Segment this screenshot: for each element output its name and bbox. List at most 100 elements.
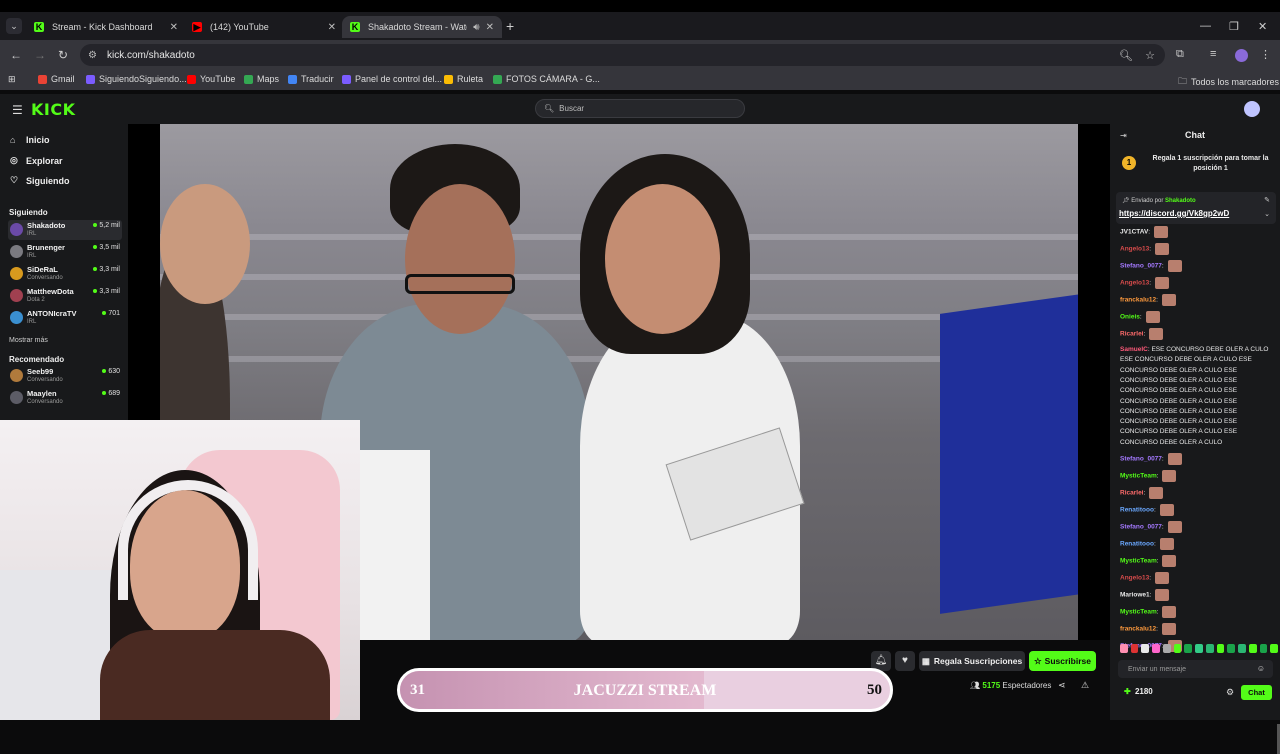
unpin-icon[interactable]: ✎ bbox=[1264, 196, 1270, 204]
close-window-icon[interactable]: ✕ bbox=[1258, 20, 1267, 33]
emote-icon[interactable] bbox=[1216, 644, 1225, 653]
white-panel-image bbox=[360, 450, 430, 640]
chat-username[interactable]: Mariowe1 bbox=[1120, 592, 1150, 599]
bookmark-item[interactable]: Panel de control del... bbox=[342, 74, 442, 84]
show-more-link[interactable]: Mostrar más bbox=[9, 337, 48, 344]
kick-logo[interactable]: KICK bbox=[31, 100, 76, 119]
sidebar-channel-item[interactable]: Shakadoto IRL 5,2 mil bbox=[8, 220, 122, 240]
emote-icon[interactable] bbox=[1227, 644, 1236, 653]
chat-username[interactable]: Ricarlei bbox=[1120, 331, 1144, 338]
hamburger-menu-icon[interactable]: ☰ bbox=[12, 103, 23, 117]
emote-icon[interactable] bbox=[1270, 644, 1279, 653]
emoji-icon[interactable]: ☺ bbox=[1257, 664, 1265, 673]
user-avatar[interactable] bbox=[1244, 101, 1260, 117]
discord-link[interactable]: https://discord.gg/Vk8gp2wD bbox=[1119, 209, 1229, 218]
chat-username[interactable]: Angelo13 bbox=[1120, 246, 1149, 253]
emote-icon[interactable] bbox=[1238, 644, 1246, 653]
chat-message-input[interactable]: Enviar un mensaje ☺ bbox=[1118, 660, 1273, 678]
emote-icon[interactable] bbox=[1259, 644, 1268, 653]
sidebar-channel-item[interactable]: Brunenger IRL 3,5 mil bbox=[8, 242, 122, 262]
bookmark-item[interactable]: FOTOS CÁMARA - G... bbox=[493, 74, 600, 84]
sidebar-channel-item[interactable]: Seeb99 Conversando 630 bbox=[8, 366, 122, 386]
tab-shakadoto-stream[interactable]: K Shakadoto Stream - Watch 🔊︎ ✕ bbox=[342, 16, 502, 38]
chat-username[interactable]: MysticTeam bbox=[1120, 558, 1157, 565]
chat-username[interactable]: Onieis bbox=[1120, 314, 1140, 321]
chevron-down-icon[interactable]: ⌄ bbox=[1264, 210, 1270, 218]
chat-username[interactable]: franckalu12 bbox=[1120, 297, 1156, 304]
gift-leaderboard-banner[interactable]: 1 Regala 1 suscripción para tomar la pos… bbox=[1110, 148, 1280, 184]
share-icon[interactable]: ⋖ bbox=[1058, 680, 1066, 691]
bookmark-star-icon[interactable]: ☆ bbox=[1145, 50, 1155, 62]
chat-username[interactable]: SamuelC bbox=[1120, 346, 1148, 353]
bookmark-item[interactable]: Maps bbox=[244, 74, 279, 84]
emote-icon[interactable] bbox=[1184, 644, 1193, 653]
chat-username[interactable]: MysticTeam bbox=[1120, 609, 1157, 616]
extensions-icon[interactable]: ⧉ bbox=[1176, 48, 1184, 61]
minimize-icon[interactable]: — bbox=[1200, 20, 1211, 32]
channel-points[interactable]: ✚ 2180 bbox=[1124, 687, 1153, 696]
search-input[interactable]: 🔍︎ Buscar bbox=[535, 99, 745, 118]
tab-kick-dashboard[interactable]: K Stream - Kick Dashboard ✕ bbox=[26, 16, 186, 38]
chat-send-button[interactable]: Chat bbox=[1241, 685, 1272, 700]
tab-youtube[interactable]: ▶ (142) YouTube ✕ bbox=[184, 16, 344, 38]
chat-username[interactable]: franckalu12 bbox=[1120, 626, 1156, 633]
forward-icon[interactable]: → bbox=[34, 48, 46, 62]
speaker-icon[interactable]: 🔊︎ bbox=[473, 22, 479, 33]
bookmark-favicon-icon bbox=[38, 74, 47, 84]
bookmark-item[interactable]: SiguiendoSiguiendo... bbox=[86, 74, 187, 84]
emote-icon[interactable] bbox=[1248, 644, 1257, 653]
chat-settings-icon[interactable]: ⚙ bbox=[1226, 687, 1234, 698]
emote-icon[interactable] bbox=[1162, 644, 1171, 653]
close-tab-icon[interactable]: ✕ bbox=[486, 22, 494, 33]
sidebar-channel-item[interactable]: Maaylen Conversando 689 bbox=[8, 388, 122, 408]
bookmark-item[interactable]: YouTube bbox=[187, 74, 235, 84]
emote-icon[interactable] bbox=[1195, 644, 1203, 653]
apps-grid-icon[interactable]: ⊞ bbox=[8, 74, 16, 85]
live-dot-icon bbox=[93, 223, 98, 228]
tab-search-button[interactable]: ⌄ bbox=[6, 18, 22, 34]
chat-username[interactable]: Stefano_0077 bbox=[1120, 263, 1162, 270]
media-control-icon[interactable]: ≡ bbox=[1210, 48, 1216, 60]
emote-icon[interactable] bbox=[1152, 644, 1160, 653]
restore-icon[interactable]: ❐ bbox=[1229, 20, 1239, 33]
chat-username[interactable]: JV1CTAV bbox=[1120, 229, 1148, 236]
nav-explorar[interactable]: ◎ Explorar bbox=[10, 155, 63, 166]
bookmark-item[interactable]: Traducir bbox=[288, 74, 334, 84]
subscribe-button[interactable]: ☆ Suscribirse bbox=[1029, 651, 1096, 671]
chat-username[interactable]: Angelo13 bbox=[1120, 280, 1149, 287]
close-tab-icon[interactable]: ✕ bbox=[328, 22, 336, 33]
browser-menu-icon[interactable]: ⋮ bbox=[1260, 48, 1271, 61]
reload-icon[interactable]: ↻ bbox=[58, 48, 68, 62]
chat-username[interactable]: Ricarlei bbox=[1120, 490, 1144, 497]
sidebar-channel-item[interactable]: ANTONIcraTV IRL 701 bbox=[8, 308, 122, 328]
sidebar-channel-item[interactable]: SiDeRaL Conversando 3,3 mil bbox=[8, 264, 122, 284]
profile-avatar[interactable] bbox=[1235, 49, 1248, 62]
chat-username[interactable]: Stefano_0077 bbox=[1120, 456, 1162, 463]
gift-subs-button[interactable]: ▦ Regala Suscripciones bbox=[919, 651, 1025, 671]
zoom-icon[interactable]: 🔍︎ bbox=[1119, 50, 1133, 62]
chat-username[interactable]: Angelo13 bbox=[1120, 575, 1149, 582]
report-icon[interactable]: ⚠ bbox=[1081, 680, 1089, 691]
back-icon[interactable]: ← bbox=[10, 48, 22, 62]
url-input[interactable]: ⚙ kick.com/shakadoto 🔍︎ ☆ bbox=[80, 44, 1165, 66]
new-tab-button[interactable]: + bbox=[506, 18, 514, 34]
heart-follow-icon[interactable]: ♥ bbox=[895, 651, 915, 671]
all-bookmarks-button[interactable]: 🗀 Todos los marcadores bbox=[1178, 74, 1279, 90]
emote-icon[interactable] bbox=[1205, 644, 1214, 653]
chat-username[interactable]: Renatitooo bbox=[1120, 541, 1154, 548]
bookmark-item[interactable]: Ruleta bbox=[444, 74, 483, 84]
nav-inicio[interactable]: ⌂ Inicio bbox=[10, 135, 50, 145]
chat-username[interactable]: MysticTeam bbox=[1120, 473, 1157, 480]
emote-icon[interactable] bbox=[1173, 644, 1182, 653]
emote-icon[interactable] bbox=[1141, 644, 1150, 653]
nav-siguiendo[interactable]: ♡ Siguiendo bbox=[10, 175, 70, 186]
close-tab-icon[interactable]: ✕ bbox=[170, 22, 178, 33]
emote-icon[interactable] bbox=[1130, 644, 1139, 653]
bookmark-item[interactable]: Gmail bbox=[38, 74, 75, 84]
chat-username[interactable]: Renatitooo bbox=[1120, 507, 1154, 514]
chat-username[interactable]: Stefano_0077 bbox=[1120, 524, 1162, 531]
chat-message: JV1CTAV: bbox=[1120, 226, 1275, 238]
site-info-icon[interactable]: ⚙ bbox=[88, 50, 97, 61]
emote-icon[interactable] bbox=[1120, 644, 1128, 653]
sidebar-channel-item[interactable]: MatthewDota Dota 2 3,3 mil bbox=[8, 286, 122, 306]
